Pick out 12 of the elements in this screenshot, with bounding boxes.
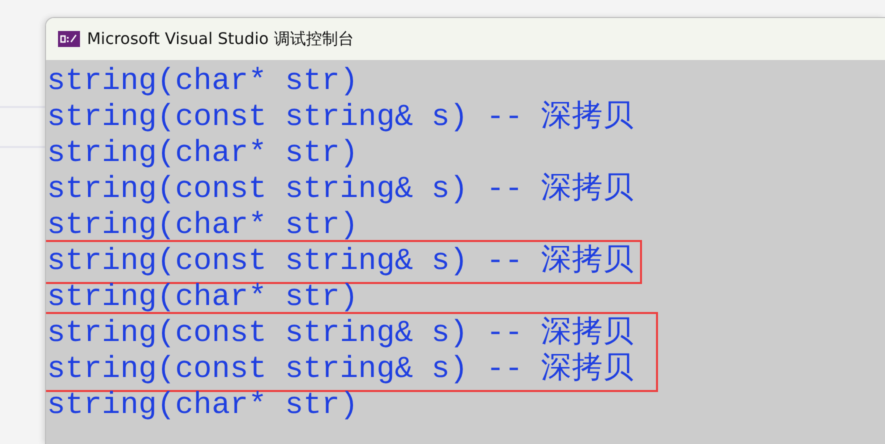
- console-line: string(const string& s) -- 深拷贝: [47, 100, 634, 136]
- console-line: string(const string& s) -- 深拷贝: [47, 352, 634, 388]
- console-line: string(char* str): [47, 280, 358, 316]
- console-line: string(char* str): [47, 208, 358, 244]
- console-line: string(const string& s) -- 深拷贝: [47, 316, 634, 352]
- window-title: Microsoft Visual Studio 调试控制台: [87, 28, 354, 50]
- console-line: string(const string& s) -- 深拷贝: [47, 172, 634, 208]
- console-line: string(char* str): [47, 388, 358, 424]
- console-app-icon: [58, 31, 80, 47]
- console-line: string(char* str): [47, 136, 358, 172]
- console-line: string(const string& s) -- 深拷贝: [47, 244, 634, 280]
- console-line: string(char* str): [47, 64, 358, 100]
